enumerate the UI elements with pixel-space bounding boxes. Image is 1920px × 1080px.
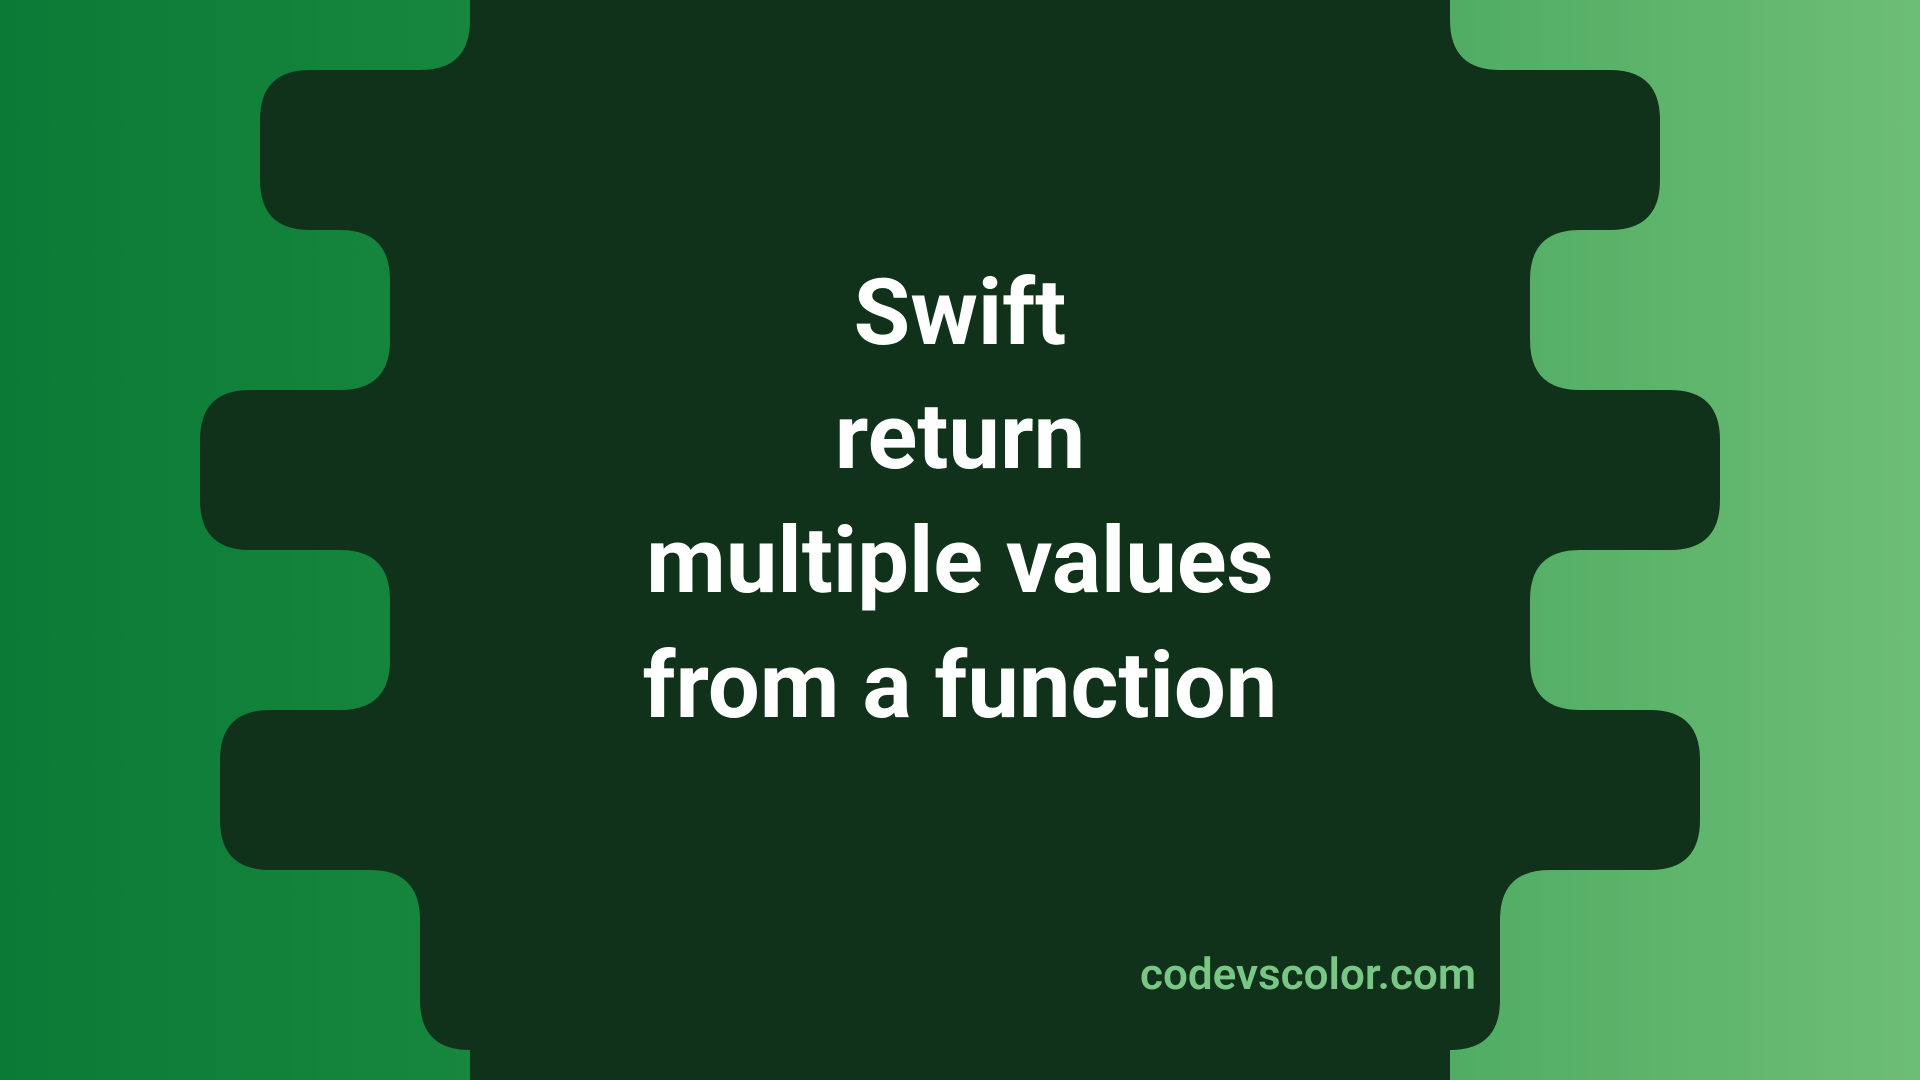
watermark-text: codevscolor.com [1140,948,1476,1000]
title-text: Swift return multiple values from a func… [643,252,1278,749]
